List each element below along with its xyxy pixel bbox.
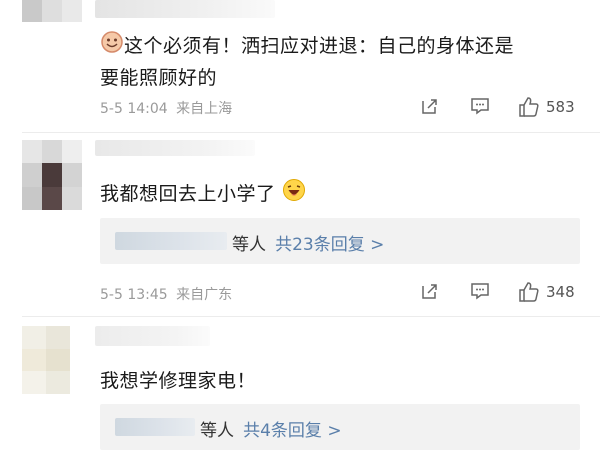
divider bbox=[22, 132, 600, 133]
like-count: 348 bbox=[546, 283, 575, 301]
divider bbox=[22, 316, 600, 317]
comment-time: 5-5 13:45 bbox=[100, 287, 168, 303]
rofl-emoji-icon bbox=[100, 30, 124, 63]
comment-text-body: 我都想回去上小学了 bbox=[100, 183, 276, 205]
like-button[interactable]: 348 bbox=[518, 281, 575, 303]
view-replies-link[interactable]: 共4条回复 > bbox=[243, 421, 341, 441]
comment-time: 5-5 14:04 bbox=[100, 101, 168, 117]
comment-text-line2: 要能照顾好的 bbox=[100, 67, 218, 89]
like-count: 583 bbox=[546, 98, 575, 116]
comment-icon bbox=[470, 281, 490, 301]
comment-location: 来自广东 bbox=[176, 287, 233, 303]
comment-text-line1: 这个必须有！洒扫应对进退：自己的身体还是 bbox=[124, 35, 515, 57]
view-replies-link[interactable]: 共23条回复 > bbox=[275, 235, 384, 255]
username-blurred[interactable] bbox=[95, 140, 255, 156]
comment-text: 我都想回去上小学了 bbox=[100, 178, 306, 211]
thumbs-up-icon bbox=[518, 281, 540, 303]
comment-button[interactable] bbox=[470, 96, 490, 116]
thumbs-up-icon bbox=[518, 96, 540, 118]
avatar[interactable] bbox=[22, 0, 82, 22]
reply-suffix: 等人 bbox=[200, 421, 234, 441]
share-icon bbox=[420, 281, 440, 301]
share-icon bbox=[420, 96, 440, 116]
reply-preview[interactable]: 等人 共23条回复 > bbox=[100, 218, 580, 264]
comment-text: 这个必须有！洒扫应对进退：自己的身体还是 要能照顾好的 bbox=[100, 30, 590, 93]
like-button[interactable]: 583 bbox=[518, 96, 575, 118]
username-blurred[interactable] bbox=[95, 0, 275, 18]
username-blurred[interactable] bbox=[95, 326, 210, 346]
share-button[interactable] bbox=[420, 281, 440, 301]
reply-usernames-blurred bbox=[115, 418, 195, 436]
avatar[interactable] bbox=[22, 140, 82, 210]
reply-usernames-blurred bbox=[115, 232, 227, 250]
share-button[interactable] bbox=[420, 96, 440, 116]
avatar[interactable] bbox=[22, 326, 70, 394]
comment-meta: 5-5 14:04 来自上海 bbox=[100, 98, 232, 118]
comment-meta: 5-5 13:45 来自广东 bbox=[100, 284, 232, 304]
comment-icon bbox=[470, 96, 490, 116]
reply-suffix: 等人 bbox=[232, 235, 266, 255]
comment-text: 我想学修理家电！ bbox=[100, 366, 256, 396]
laughing-emoji-icon bbox=[282, 178, 306, 211]
comment-location: 来自上海 bbox=[176, 101, 233, 117]
comment-text-body: 我想学修理家电！ bbox=[100, 370, 257, 392]
comment-button[interactable] bbox=[470, 281, 490, 301]
reply-preview[interactable]: 等人 共4条回复 > bbox=[100, 404, 580, 450]
